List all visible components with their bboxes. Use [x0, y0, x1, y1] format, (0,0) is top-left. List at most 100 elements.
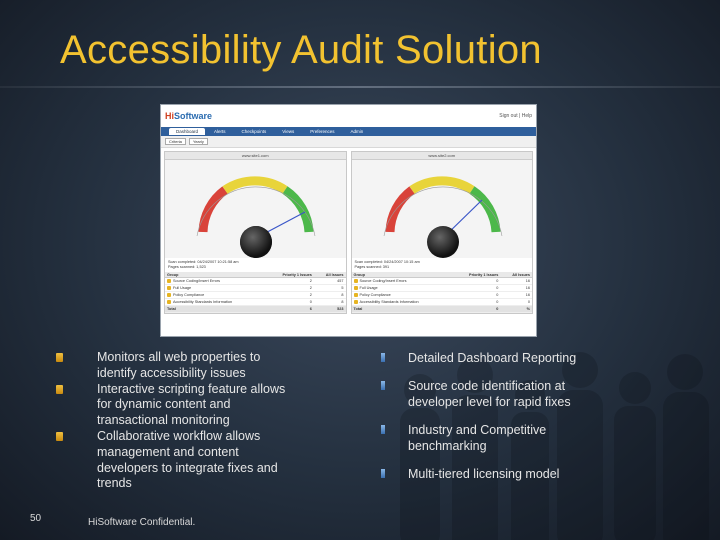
table-row[interactable]: Policy Compliance 0 16 — [351, 291, 532, 299]
pages-scanned: Pages scanned: 1,523 — [168, 265, 206, 269]
bullet-icon — [56, 431, 63, 441]
folder-icon — [167, 293, 171, 297]
logo-prefix: Hi — [165, 111, 174, 121]
bullet-text: Industry and Competitive benchmarking — [408, 422, 547, 454]
site-name: www.site2.com — [351, 152, 532, 160]
table-row[interactable]: Full Usage 0 16 — [351, 284, 532, 292]
total-row: Total 6 523 — [165, 305, 346, 313]
tab-dashboard[interactable]: Dashboard — [169, 128, 206, 135]
list-item: Detailed Dashboard Reporting — [380, 350, 600, 367]
p1-count: 0 — [451, 277, 501, 285]
folder-icon — [353, 286, 358, 290]
hisoftware-logo: HiSoftware — [165, 111, 212, 121]
site-panel: www.site1.com Scan completed: 04/24/2007… — [164, 151, 347, 314]
all-count: 16 — [500, 277, 532, 285]
issues-table: Group Priority 1 Issues All Issues Sourc… — [165, 272, 346, 313]
table-row[interactable]: Policy Compliance 2 8 — [165, 291, 346, 299]
p1-count: 2 — [265, 277, 314, 285]
table-row[interactable]: Accessibility Standards Information 0 8 — [165, 298, 346, 306]
tab-views[interactable]: Views — [275, 128, 301, 135]
folder-icon — [353, 279, 358, 283]
left-bullet-list: Monitors all web properties to identify … — [54, 350, 294, 492]
all-count: 5 — [313, 284, 346, 292]
compliance-gauge — [165, 160, 346, 258]
folder-icon — [167, 279, 171, 283]
total-p1: 6 — [265, 305, 314, 313]
bullet-icon — [56, 353, 63, 362]
group-name: Full Usage — [173, 286, 192, 290]
gauge-dial — [196, 176, 316, 258]
folder-icon — [167, 286, 171, 290]
site-name: www.site1.com — [165, 152, 346, 160]
folder-icon — [167, 300, 171, 304]
all-count: 16 — [500, 291, 532, 299]
p1-count: 0 — [451, 298, 501, 306]
all-count: 8 — [313, 291, 346, 299]
right-bullet-list: Detailed Dashboard Reporting Source code… — [380, 350, 600, 493]
tab-preferences[interactable]: Preferences — [303, 128, 341, 135]
dashboard-screenshot: HiSoftware Sign out | Help Dashboard Ale… — [160, 104, 537, 337]
list-item: Industry and Competitive benchmarking — [380, 422, 600, 455]
page-number: 50 — [30, 513, 42, 524]
p1-count: 0 — [451, 284, 501, 292]
scan-meta: Scan completed: 04/24/2007 10:21:58 am P… — [165, 258, 346, 272]
table-row[interactable]: Full Usage 2 5 — [165, 284, 346, 292]
list-item: Collaborative workflow allows management… — [54, 429, 294, 492]
period-select[interactable]: Yearly — [188, 138, 208, 145]
pages-scanned: Pages scanned: 391 — [354, 265, 390, 269]
group-name: Policy Compliance — [173, 293, 205, 297]
tab-checkpoints[interactable]: Checkpoints — [235, 128, 274, 135]
bullet-text: Interactive scripting feature allows for… — [97, 381, 286, 428]
group-name: Source Coding/Insert Errors — [173, 279, 221, 283]
tab-alerts[interactable]: Alerts — [207, 128, 233, 135]
title-divider — [0, 86, 720, 88]
table-row[interactable]: Source Coding/Insert Errors 0 16 — [351, 277, 532, 285]
list-item: Interactive scripting feature allows for… — [54, 382, 294, 429]
group-name: Policy Compliance — [359, 293, 391, 297]
p1-count: 2 — [265, 284, 314, 292]
total-label: Total — [351, 305, 452, 313]
p1-count: 0 — [265, 298, 314, 306]
criteria-select[interactable]: Criteria — [165, 138, 186, 145]
folder-icon — [353, 300, 358, 304]
bullet-icon — [381, 424, 385, 434]
signout-link[interactable]: Sign out | Help — [499, 113, 532, 119]
all-count: 16 — [500, 284, 532, 292]
total-label: Total — [165, 305, 266, 313]
list-item: Monitors all web properties to identify … — [54, 350, 294, 382]
table-row[interactable]: Accessibility Standards Information 0 0 — [351, 298, 532, 306]
bullet-icon — [381, 353, 385, 362]
all-count: 8 — [313, 298, 346, 306]
group-name: Accessibility Standards Information — [173, 300, 233, 304]
bullet-text: Collaborative workflow allows management… — [97, 428, 278, 491]
total-all: 523 — [313, 305, 346, 313]
bullet-text: Monitors all web properties to identify … — [97, 350, 261, 380]
scan-meta: Scan completed: 04/24/2007 10:15 am Page… — [352, 258, 533, 272]
logo-suffix: Software — [174, 111, 213, 121]
footer-text: HiSoftware Confidential. — [88, 517, 196, 528]
group-name: Source Coding/Insert Errors — [359, 279, 407, 283]
bullet-icon — [381, 468, 385, 478]
total-p1: 0 — [451, 305, 501, 313]
total-all: % — [500, 305, 532, 313]
p1-count: 2 — [265, 291, 314, 299]
bullet-icon — [56, 384, 63, 394]
list-item: Source code identification at developer … — [380, 378, 600, 411]
filter-bar: Criteria Yearly — [161, 136, 536, 148]
total-row: Total 0% — [351, 305, 532, 313]
dashboard-header: HiSoftware Sign out | Help — [161, 105, 536, 127]
all-count: 0 — [500, 298, 532, 306]
all-count: 457 — [313, 277, 346, 285]
issues-table: Group Priority 1 Issues All Issues Sourc… — [351, 272, 532, 313]
folder-icon — [353, 293, 358, 297]
p1-count: 0 — [451, 291, 501, 299]
tab-admin[interactable]: Admin — [344, 128, 371, 135]
site-panel: www.site2.com Scan completed: 04/24/2007… — [350, 151, 533, 314]
table-row[interactable]: Source Coding/Insert Errors 2 457 — [165, 277, 346, 285]
dashboard-nav: Dashboard Alerts Checkpoints Views Prefe… — [161, 127, 536, 136]
dashboard-panels: www.site1.com Scan completed: 04/24/2007… — [161, 148, 536, 314]
slide-title: Accessibility Audit Solution — [60, 28, 542, 72]
compliance-gauge — [351, 160, 532, 258]
bullet-icon — [381, 380, 385, 390]
group-name: Full Usage — [359, 286, 378, 290]
